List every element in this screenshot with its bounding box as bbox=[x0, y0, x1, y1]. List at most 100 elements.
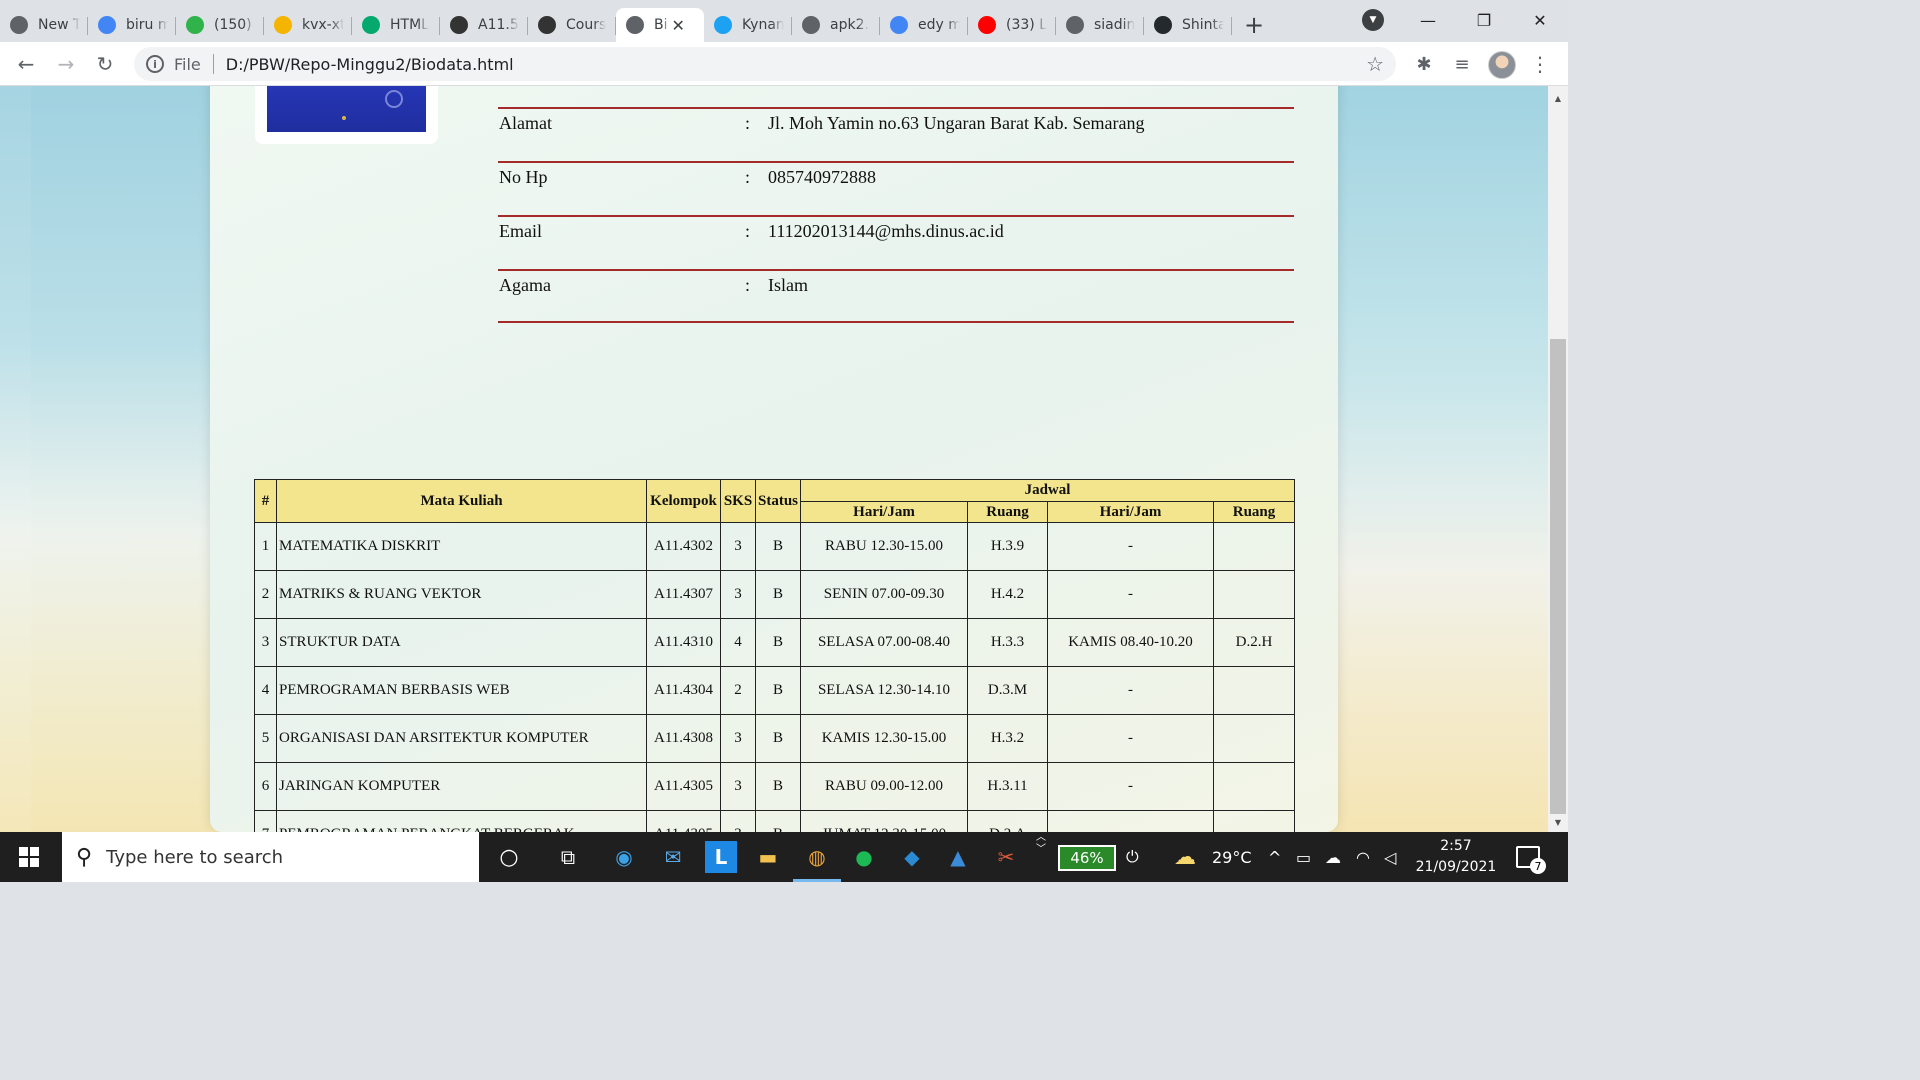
clock-date: 21/09/2021 bbox=[1415, 859, 1497, 875]
globe-icon bbox=[1066, 16, 1084, 34]
cell-sks: 3 bbox=[720, 810, 756, 832]
biodata-colon: : bbox=[745, 275, 751, 295]
forward-icon[interactable]: → bbox=[52, 50, 80, 78]
browser-tab[interactable]: Bi ✕ bbox=[616, 8, 704, 42]
cell-status: B bbox=[755, 762, 801, 811]
browser-tab[interactable]: Shinta bbox=[1144, 8, 1232, 42]
browser-tab[interactable]: (150) \ bbox=[176, 8, 264, 42]
page-viewport: Alamat: Jl. Moh Yamin no.63 Ungaran Barat… bbox=[0, 86, 1548, 832]
browser-tab[interactable]: biru m bbox=[88, 8, 176, 42]
notification-count: 7 bbox=[1530, 858, 1546, 874]
onedrive-icon[interactable]: ☁ bbox=[1325, 832, 1341, 882]
info-icon[interactable]: i bbox=[146, 55, 164, 73]
header-hari-jam-2: Hari/Jam bbox=[1047, 501, 1214, 523]
weather-icon[interactable]: ☁ bbox=[1174, 832, 1196, 882]
cell-mata-kuliah: PEMROGRAMAN BERBASIS WEB bbox=[276, 666, 647, 715]
browser-tab[interactable]: New T bbox=[0, 8, 88, 42]
cell-hari-jam-2: - bbox=[1047, 570, 1214, 619]
windows-logo-icon bbox=[19, 847, 39, 867]
browser-tab[interactable]: (33) L bbox=[968, 8, 1056, 42]
minimize-icon[interactable]: — bbox=[1400, 0, 1456, 40]
vscode-icon[interactable]: ◆ bbox=[896, 841, 928, 873]
page-scrollbar[interactable]: ▲ ▼ bbox=[1548, 86, 1568, 832]
show-hidden-icons-icon[interactable]: ^ bbox=[1268, 832, 1281, 882]
biodata-value: 111202013144@mhs.dinus.ac.id bbox=[768, 221, 1004, 241]
tab-title: Cours bbox=[566, 17, 607, 33]
battery-indicator[interactable]: 46% bbox=[1058, 845, 1116, 871]
cell-sks: 2 bbox=[720, 666, 756, 715]
extensions-icon[interactable]: ✱ bbox=[1410, 50, 1438, 78]
task-view-icon[interactable]: ⧉ bbox=[552, 841, 584, 873]
table-row: 1 MATEMATIKA DISKRIT A11.4302 3 B RABU 12.30-… bbox=[254, 522, 1295, 571]
browser-tab[interactable]: apk2. bbox=[792, 8, 880, 42]
chrome-taskbar-icon[interactable]: ◍ bbox=[793, 841, 841, 882]
tab-title: Kynan bbox=[742, 17, 784, 33]
tab-title: kvx-xt bbox=[302, 17, 344, 33]
restore-icon[interactable]: ❐ bbox=[1456, 0, 1512, 40]
volume-icon[interactable]: ◁ bbox=[1384, 832, 1396, 882]
biodata-label: Alamat bbox=[499, 113, 552, 133]
close-window-icon[interactable]: ✕ bbox=[1512, 0, 1568, 40]
biodata-row: Email:111202013144@mhs.dinus.ac.id bbox=[498, 215, 1294, 269]
scroll-down-icon[interactable]: ▼ bbox=[1548, 814, 1568, 830]
cell-mata-kuliah: JARINGAN KOMPUTER bbox=[276, 762, 647, 811]
header-hari-jam-1: Hari/Jam bbox=[800, 501, 968, 523]
scroll-thumb[interactable] bbox=[1550, 339, 1566, 814]
reload-icon[interactable]: ↻ bbox=[91, 50, 119, 78]
menu-kebab-icon[interactable]: ⋮ bbox=[1526, 50, 1554, 78]
browser-tab[interactable]: A11.5 bbox=[440, 8, 528, 42]
header-sks: SKS bbox=[720, 479, 756, 523]
back-icon[interactable]: ← bbox=[12, 50, 40, 78]
snipping-tool-icon[interactable]: ✂ bbox=[990, 841, 1022, 873]
cell-ruang-1: D.3.M bbox=[967, 666, 1048, 715]
browser-tab[interactable]: Kynan bbox=[704, 8, 792, 42]
cell-mata-kuliah: STRUKTUR DATA bbox=[276, 618, 647, 667]
wifi-icon[interactable]: ◠ bbox=[1356, 832, 1370, 882]
taskbar-search-box[interactable]: ⚲ Type here to search bbox=[62, 832, 479, 882]
schedule-body: 1 MATEMATIKA DISKRIT A11.4302 3 B RABU 12.30-… bbox=[254, 522, 1295, 832]
cell-kelompok: A11.4305 bbox=[646, 762, 721, 811]
browser-tab[interactable]: kvx-xt bbox=[264, 8, 352, 42]
header-ruang-2: Ruang bbox=[1213, 501, 1295, 523]
browser-tab[interactable]: HTML bbox=[352, 8, 440, 42]
weather-temperature[interactable]: 29°C bbox=[1212, 832, 1252, 882]
tab-search-icon[interactable]: ▼ bbox=[1362, 9, 1384, 31]
table-row: 2 MATRIKS & RUANG VEKTOR A11.4307 3 B SENIN 0… bbox=[254, 570, 1295, 619]
close-tab-icon[interactable]: ✕ bbox=[672, 16, 685, 35]
file-explorer-icon[interactable]: ▬ bbox=[752, 841, 784, 873]
notification-center-icon[interactable]: 7 bbox=[1516, 846, 1546, 874]
cortana-icon[interactable]: ○ bbox=[493, 841, 525, 873]
tab-strip: New T biru m (150) \ kvx-xt HTML A11.5 Cours Bi… bbox=[0, 0, 1568, 42]
system-clock[interactable]: 2:57 21/09/2021 bbox=[1410, 836, 1502, 878]
start-button[interactable] bbox=[0, 832, 58, 882]
new-tab-icon[interactable]: + bbox=[1234, 8, 1274, 42]
browser-tab[interactable]: Cours bbox=[528, 8, 616, 42]
media-control-icon[interactable]: ≡ bbox=[1448, 50, 1476, 78]
mail-icon[interactable]: ✉ bbox=[657, 841, 689, 873]
profile-avatar[interactable] bbox=[1488, 51, 1516, 79]
shirt-button bbox=[342, 116, 346, 120]
cell-no: 4 bbox=[254, 666, 277, 715]
scroll-up-icon[interactable]: ▲ bbox=[1548, 90, 1568, 106]
url-scheme: File bbox=[174, 54, 201, 74]
edge-icon[interactable]: ◉ bbox=[608, 841, 640, 873]
bookmark-star-icon[interactable]: ☆ bbox=[1366, 52, 1384, 76]
table-row: 6 JARINGAN KOMPUTER A11.4305 3 B RABU 09.00-1… bbox=[254, 762, 1295, 811]
biodata-card: Alamat: Jl. Moh Yamin no.63 Ungaran Barat… bbox=[210, 86, 1338, 832]
photos-icon[interactable]: ▲ bbox=[942, 841, 974, 873]
browser-tab[interactable]: edy m bbox=[880, 8, 968, 42]
browser-tab[interactable]: siadin bbox=[1056, 8, 1144, 42]
cell-status: B bbox=[755, 810, 801, 832]
url-text[interactable]: D:/PBW/Repo-Minggu2/Biodata.html bbox=[226, 55, 514, 74]
cell-hari-jam-1: SENIN 07.00-09.30 bbox=[800, 570, 968, 619]
cell-kelompok: A11.4308 bbox=[646, 714, 721, 763]
google-icon bbox=[890, 16, 908, 34]
device-icon[interactable]: ▭ bbox=[1296, 832, 1311, 882]
shirt-logo-icon bbox=[385, 90, 403, 108]
cell-no: 1 bbox=[254, 522, 277, 571]
cell-ruang-1: D.2.A bbox=[967, 810, 1048, 832]
lms-l-icon[interactable]: L bbox=[705, 841, 737, 873]
address-bar[interactable]: i File D:/PBW/Repo-Minggu2/Biodata.html … bbox=[134, 47, 1396, 81]
taskbar-scroll-icon[interactable]: ︿ ﹀ bbox=[1036, 832, 1046, 882]
spotify-icon[interactable]: ● bbox=[848, 841, 880, 873]
